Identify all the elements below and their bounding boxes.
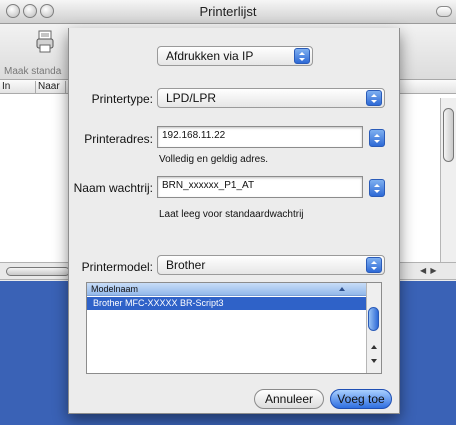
queue-name-hint: Laat leeg voor standaardwachtrij bbox=[159, 209, 304, 220]
queue-history-stepper[interactable] bbox=[369, 179, 385, 197]
connection-type-value: Afdrukken via IP bbox=[166, 49, 254, 63]
column-header-in-menu[interactable]: In menu bbox=[0, 81, 36, 103]
cancel-button[interactable]: Annuleer bbox=[254, 389, 324, 409]
printer-model-value: Brother bbox=[166, 258, 206, 272]
model-name-header-label: Modelnaam bbox=[91, 284, 139, 294]
popup-arrows-icon bbox=[366, 90, 382, 106]
printer-model-label: Printermodel: bbox=[81, 260, 153, 274]
toolbar-toggle-button[interactable] bbox=[436, 6, 452, 17]
queue-name-label: Naam wachtrij: bbox=[73, 181, 153, 195]
horizontal-scroll-thumb[interactable] bbox=[6, 267, 70, 276]
connection-type-popup[interactable]: Afdrukken via IP bbox=[157, 46, 313, 66]
table-row[interactable]: Brother MFC-XXXXX BR-Script3 bbox=[87, 297, 367, 310]
model-table-scroll-thumb[interactable] bbox=[368, 307, 379, 331]
printer-list-vertical-scrollbar[interactable] bbox=[440, 98, 456, 262]
printer-type-popup[interactable]: LPD/LPR bbox=[157, 88, 385, 108]
printer-address-field[interactable]: 192.168.11.22 bbox=[157, 126, 363, 148]
model-name-column-header[interactable]: Modelnaam bbox=[87, 283, 367, 296]
printer-address-hint: Volledig en geldig adres. bbox=[159, 154, 268, 165]
model-name-table[interactable]: Modelnaam Brother MFC-XXXXX BR-Script3 bbox=[86, 282, 382, 374]
make-default-label[interactable]: Maak standa bbox=[4, 66, 61, 77]
printer-type-label: Printertype: bbox=[91, 92, 153, 106]
printer-list-window: Printerlijst Maak standa In menu Naar ◀ … bbox=[0, 0, 456, 425]
sort-ascending-icon bbox=[339, 287, 345, 291]
printer-model-popup[interactable]: Brother bbox=[157, 255, 385, 275]
printer-type-value: LPD/LPR bbox=[166, 91, 217, 105]
model-table-scrollbar[interactable] bbox=[366, 283, 381, 373]
scroll-down-arrow-icon[interactable] bbox=[371, 359, 377, 363]
printer-icon[interactable] bbox=[36, 30, 54, 59]
queue-name-field[interactable]: BRN_xxxxxx_P1_AT bbox=[157, 176, 363, 198]
vertical-scroll-thumb[interactable] bbox=[443, 108, 454, 162]
window-title: Printerlijst bbox=[199, 4, 257, 19]
popup-arrows-icon bbox=[294, 48, 310, 64]
address-history-stepper[interactable] bbox=[369, 129, 385, 147]
printer-address-label: Printeradres: bbox=[84, 132, 153, 146]
popup-arrows-icon bbox=[366, 257, 382, 273]
column-header-name[interactable]: Naar bbox=[36, 81, 66, 93]
scroll-arrows-icon[interactable]: ◀ ▶ bbox=[420, 266, 438, 275]
title-bar: Printerlijst bbox=[0, 0, 456, 24]
add-button[interactable]: Voeg toe bbox=[330, 389, 392, 409]
scroll-up-arrow-icon[interactable] bbox=[371, 345, 377, 349]
